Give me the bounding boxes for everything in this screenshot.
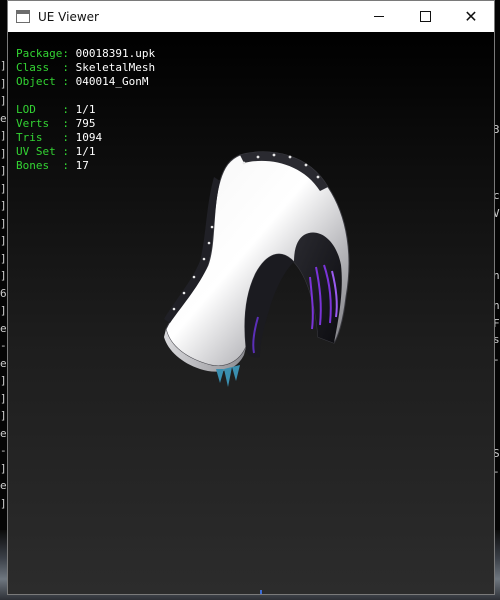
hood-mesh-render [164, 151, 350, 387]
viewport-marker [260, 590, 262, 594]
info-verts: Verts : 795 [16, 117, 155, 131]
info-label: Class : [16, 61, 69, 74]
window-controls: ✕ [356, 1, 494, 32]
info-value: 1094 [75, 131, 103, 144]
close-button[interactable]: ✕ [448, 1, 494, 32]
console-fragment: 6 [0, 286, 7, 300]
console-fragment: ] [0, 251, 7, 265]
info-uvset: UV Set : 1/1 [16, 145, 155, 159]
console-fragment: ] [0, 496, 7, 510]
window-title: UE Viewer [38, 9, 99, 24]
info-label: Tris : [16, 131, 69, 144]
info-value: SkeletalMesh [75, 61, 156, 74]
app-window-icon [16, 10, 30, 23]
info-package: Package: 00018391.upk [16, 47, 155, 61]
console-fragment: e [0, 356, 7, 370]
info-value: 1/1 [75, 145, 96, 158]
console-fragment: ] [0, 374, 7, 387]
info-object: Object : 040014_GonM [16, 75, 155, 89]
console-fragment: ] [0, 391, 7, 405]
info-tris: Tris : 1094 [16, 131, 155, 145]
console-fragment: ] [0, 269, 7, 282]
minimize-button[interactable] [356, 1, 402, 32]
maximize-icon [419, 11, 431, 22]
console-fragment: ] [0, 129, 7, 142]
info-value: 1/1 [75, 103, 96, 116]
maximize-button[interactable] [402, 1, 448, 32]
console-fragment: ] [0, 181, 7, 195]
info-class: Class : SkeletalMesh [16, 61, 155, 75]
console-fragment: e [0, 321, 7, 335]
info-label: Package: [16, 47, 69, 60]
console-fragment: ] [0, 234, 7, 247]
console-fragment: ] [0, 94, 7, 107]
console-fragment: ] [0, 199, 7, 212]
console-fragment: e [0, 479, 7, 492]
mesh-info-overlay: Package: 00018391.upk Class : SkeletalMe… [16, 47, 155, 173]
console-fragment: ] [0, 76, 7, 90]
console-fragment: ] [0, 59, 7, 72]
ue-viewer-window: UE Viewer ✕ Package: 00018391.upk Class … [7, 0, 495, 595]
info-value: 795 [75, 117, 96, 130]
console-fragment: ] [0, 164, 7, 177]
console-fragment: - [0, 339, 7, 352]
info-label: LOD : [16, 103, 69, 116]
info-bones: Bones : 17 [16, 159, 155, 173]
close-icon: ✕ [464, 7, 478, 26]
info-value: 040014_GonM [75, 75, 149, 88]
console-fragment: ] [0, 216, 7, 230]
console-fragment: ] [0, 146, 7, 160]
console-fragment: e [0, 111, 7, 125]
console-fragment: ] [0, 304, 7, 317]
info-label: UV Set : [16, 145, 69, 158]
console-fragment: ] [0, 409, 7, 422]
info-value: 00018391.upk [75, 47, 156, 60]
3d-viewport[interactable]: Package: 00018391.upk Class : SkeletalMe… [8, 32, 494, 594]
info-label: Bones : [16, 159, 69, 172]
minimize-icon [374, 16, 384, 17]
info-label: Object : [16, 75, 69, 88]
console-fragment: ] [0, 461, 7, 475]
info-label: Verts : [16, 117, 69, 130]
console-fragment: - [0, 444, 7, 457]
console-fragment: e [0, 426, 7, 440]
title-bar[interactable]: UE Viewer ✕ [8, 1, 494, 32]
info-value: 17 [75, 159, 89, 172]
info-lod: LOD : 1/1 [16, 103, 155, 117]
